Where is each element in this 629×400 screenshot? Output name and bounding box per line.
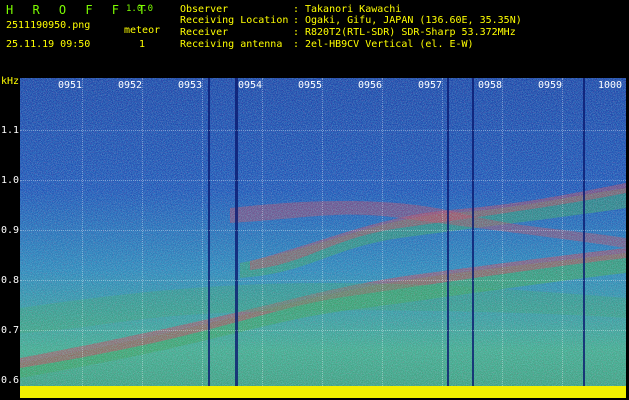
grid-line [322,78,324,398]
noise-floor [20,386,626,398]
info-label-location: Receiving Location [180,15,289,26]
grid-line [20,180,626,182]
grid-line [382,78,384,398]
y-tick: 1.1 [1,125,20,136]
grid-line [20,230,626,232]
y-tick: 1.0 [1,175,20,186]
grid-line [262,78,264,398]
grid-line [20,280,626,282]
meteor-label: meteor [124,25,161,36]
y-tick: 0.6 [1,375,20,386]
x-tick: 0955 [298,80,323,91]
colon-4: : [293,39,300,50]
x-tick: 0952 [118,80,143,91]
grid-line [502,78,504,398]
grid-line [562,78,564,398]
info-label-observer: Observer [180,4,229,15]
x-tick: 0951 [58,80,83,91]
grid-line [142,78,144,398]
header-panel: H R O F F T 1.0.0 2511190950.png 25.11.1… [0,0,629,76]
file-datetime: 25.11.19 09:50 [6,39,91,50]
x-tick: 0959 [538,80,563,91]
vertical-streak [472,78,474,398]
meteor-streak [235,78,238,398]
colon-2: : [293,15,300,26]
spectrogram-plot [20,78,626,398]
x-tick: 0957 [418,80,443,91]
vertical-streak [447,78,449,398]
vertical-streak [583,78,585,398]
grid-line [20,130,626,132]
info-label-antenna: Receiving antenna [180,39,283,50]
colon-1: : [293,4,300,15]
meteor-count: 1 [139,39,146,50]
info-value-receiver: R820T2(RTL-SDR) SDR-Sharp 53.372MHz [305,27,516,38]
info-label-receiver: Receiver [180,27,229,38]
colon-3: : [293,27,300,38]
axis-unit: kHz [1,76,20,87]
grid-line [20,330,626,332]
info-value-observer: Takanori Kawachi [305,4,402,15]
x-tick: 0958 [478,80,503,91]
grid-line [442,78,444,398]
y-tick: 0.7 [1,325,20,336]
file-name: 2511190950.png [6,20,91,31]
grid-line [202,78,204,398]
info-value-location: Ogaki, Gifu, JAPAN (136.60E, 35.35N) [305,15,522,26]
x-tick: 1000 [598,80,623,91]
x-tick: 0953 [178,80,203,91]
y-tick: 0.9 [1,225,20,236]
grid-line [82,78,84,398]
app-version: 1.0.0 [126,4,154,14]
x-tick: 0954 [238,80,263,91]
y-tick: 0.8 [1,275,20,286]
vertical-streak [208,78,210,398]
x-tick: 0956 [358,80,383,91]
info-value-antenna: 2el-HB9CV Vertical (el. E-W) [305,39,474,50]
